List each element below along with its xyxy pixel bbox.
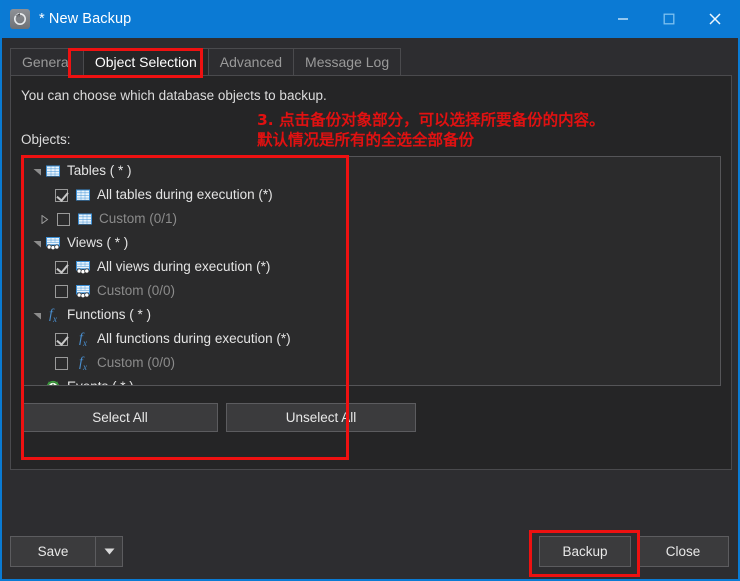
chevron-down-icon[interactable] xyxy=(29,379,45,385)
tree-row-label: All views during execution (*) xyxy=(97,259,271,274)
objects-tree[interactable]: Tables ( * ) All tables during execution … xyxy=(22,156,721,386)
chevron-down-icon[interactable] xyxy=(29,163,45,179)
tree-row-label: All tables during execution (*) xyxy=(97,187,273,202)
view-icon xyxy=(75,259,91,275)
save-button[interactable]: Save xyxy=(11,537,95,566)
table-icon xyxy=(77,211,93,227)
minimize-icon[interactable] xyxy=(600,0,646,38)
tree-row[interactable]: fx All functions during execution (*) xyxy=(23,327,720,351)
close-icon[interactable] xyxy=(692,0,738,38)
tree-checkbox[interactable] xyxy=(55,188,68,202)
tree-row-label: Custom (0/0) xyxy=(97,355,176,370)
tab-label: General xyxy=(22,54,72,70)
object-selection-panel: You can choose which database objects to… xyxy=(10,75,732,470)
dialog-footer: Save Backup Close xyxy=(2,525,738,577)
tab-label: Object Selection xyxy=(94,54,197,70)
chevron-down-icon[interactable] xyxy=(95,537,122,566)
backup-restore-icon xyxy=(10,9,30,29)
close-button[interactable]: Close xyxy=(637,536,729,567)
tree-row-label: Events ( * ) xyxy=(67,379,134,385)
tree-row[interactable]: Views ( * ) xyxy=(23,231,720,255)
tree-row-label: Custom (0/0) xyxy=(97,283,176,298)
objects-label: Objects: xyxy=(21,132,71,147)
tree-checkbox[interactable] xyxy=(55,356,68,370)
tree-row[interactable]: Custom (0/0) xyxy=(23,279,720,303)
tree-row[interactable]: fx Functions ( * ) xyxy=(23,303,720,327)
tab-object-selection[interactable]: Object Selection xyxy=(82,48,208,76)
backup-button[interactable]: Backup xyxy=(539,536,631,567)
function-icon: fx xyxy=(79,355,87,372)
tab-message-log[interactable]: Message Log xyxy=(293,48,402,76)
function-icon: fx xyxy=(79,331,87,348)
tree-row[interactable]: All views during execution (*) xyxy=(23,255,720,279)
save-split-button[interactable]: Save xyxy=(10,536,123,567)
tree-checkbox[interactable] xyxy=(55,260,68,274)
chevron-down-icon[interactable] xyxy=(29,235,45,251)
tab-advanced[interactable]: Advanced xyxy=(207,48,294,76)
select-all-button[interactable]: Select All xyxy=(22,403,218,432)
tree-row-label: Tables ( * ) xyxy=(67,163,132,178)
event-icon xyxy=(45,379,61,385)
tree-row[interactable]: Custom (0/1) xyxy=(23,207,720,231)
title-bar: * New Backup xyxy=(2,0,738,38)
tab-strip: General Object Selection Advanced Message L… xyxy=(10,48,732,76)
tree-row-label: Views ( * ) xyxy=(67,235,129,250)
new-backup-dialog: * New Backup General Object Selection Adva… xyxy=(0,0,740,581)
tree-row[interactable]: Events ( * ) xyxy=(23,375,720,385)
tree-checkbox[interactable] xyxy=(57,212,70,226)
view-icon xyxy=(45,235,61,251)
tab-label: Message Log xyxy=(305,54,390,70)
tab-general[interactable]: General xyxy=(10,48,83,76)
tree-checkbox[interactable] xyxy=(55,284,68,298)
tree-row-label: Functions ( * ) xyxy=(67,307,152,322)
selection-button-row: Select All Unselect All xyxy=(22,403,416,432)
window-controls xyxy=(600,0,738,38)
tree-row-label: Custom (0/1) xyxy=(99,211,178,226)
view-icon xyxy=(75,283,91,299)
tree-row[interactable]: fx Custom (0/0) xyxy=(23,351,720,375)
tab-label: Advanced xyxy=(219,54,283,70)
maximize-icon[interactable] xyxy=(646,0,692,38)
window-title: * New Backup xyxy=(39,11,132,27)
tree-checkbox[interactable] xyxy=(55,332,68,346)
unselect-all-button[interactable]: Unselect All xyxy=(226,403,416,432)
table-icon xyxy=(45,163,61,179)
function-icon: fx xyxy=(49,307,57,324)
tree-row[interactable]: Tables ( * ) xyxy=(23,159,720,183)
chevron-right-icon[interactable] xyxy=(36,211,52,227)
panel-description: You can choose which database objects to… xyxy=(21,88,327,103)
chevron-down-icon[interactable] xyxy=(29,307,45,323)
tree-row[interactable]: All tables during execution (*) xyxy=(23,183,720,207)
table-icon xyxy=(75,187,91,203)
tree-row-label: All functions during execution (*) xyxy=(97,331,291,346)
